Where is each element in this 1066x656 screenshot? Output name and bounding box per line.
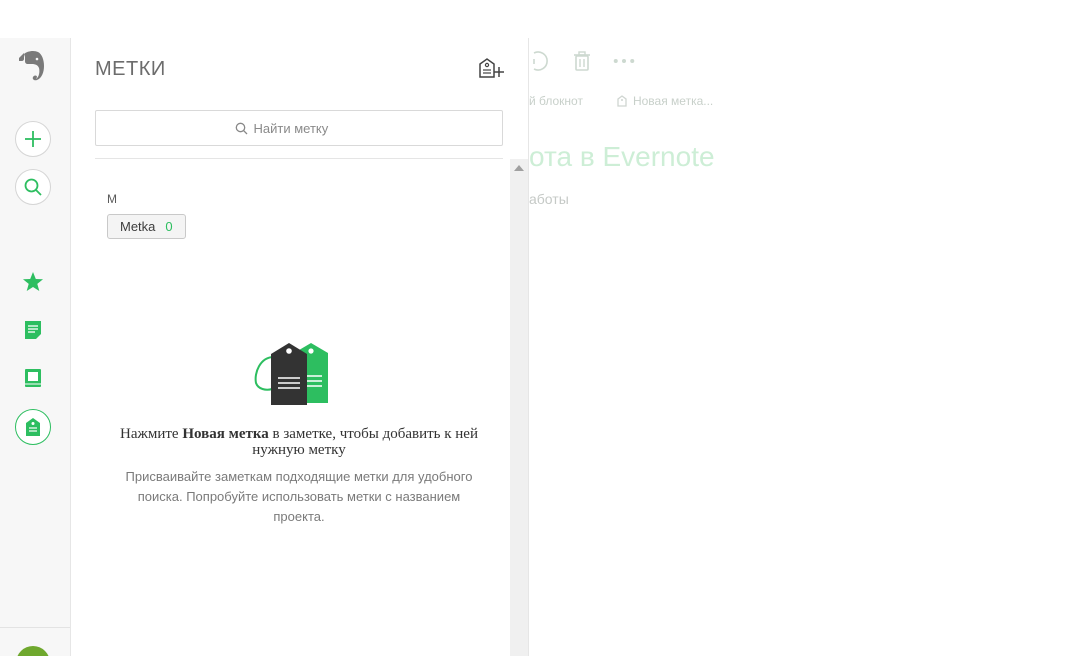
plus-icon: [25, 131, 41, 147]
panel-divider: [95, 158, 503, 159]
app-window: й блокнот Новая метка... ота в Evernote …: [0, 0, 1066, 656]
tags-illustration: [252, 343, 330, 405]
notebook-selector[interactable]: й блокнот: [529, 94, 583, 108]
note-meta-row: й блокнот Новая метка...: [529, 94, 713, 108]
tag-icon: [26, 418, 40, 436]
note-icon: [25, 321, 41, 339]
tag-search-box[interactable]: [95, 110, 503, 146]
empty-title-suffix: в заметке, чтобы добавить к ней нужную м…: [252, 426, 478, 458]
empty-state-description: Присваивайте заметкам подходящие метки д…: [125, 469, 473, 524]
new-note-button[interactable]: [15, 121, 51, 157]
new-tag-label: Новая метка...: [632, 94, 714, 108]
new-tag-button[interactable]: [476, 54, 506, 82]
evernote-logo[interactable]: [18, 50, 46, 82]
empty-title-bold: Новая метка: [182, 426, 269, 442]
shortcuts-button[interactable]: [21, 270, 45, 294]
left-nav-rail: [0, 38, 71, 656]
search-icon: [24, 178, 42, 196]
notebook-icon: [25, 369, 41, 387]
tag-group-letter: М: [107, 192, 117, 206]
note-title[interactable]: ота в Evernote: [529, 141, 715, 173]
note-editor-background: й блокнот Новая метка... ота в Evernote …: [529, 0, 1066, 656]
info-icon[interactable]: [529, 50, 551, 72]
empty-state-title: Нажмите Новая метка в заметке, чтобы доб…: [111, 426, 487, 458]
search-icon: [235, 122, 247, 134]
notes-button[interactable]: [21, 318, 45, 342]
scroll-up-arrow-icon[interactable]: [514, 165, 524, 171]
tags-panel: МЕТКИ М Metka 0: [71, 38, 529, 656]
star-icon: [23, 272, 43, 291]
tag-note-count: 0: [165, 219, 173, 234]
notebooks-button[interactable]: [21, 366, 45, 390]
panel-title: МЕТКИ: [95, 58, 166, 80]
notebook-label: й блокнот: [529, 94, 583, 108]
tag-icon: [617, 95, 627, 107]
tag-name: Metka: [120, 219, 156, 234]
editor-toolbar: [529, 50, 635, 72]
tags-scrollbar[interactable]: [510, 159, 528, 656]
empty-title-prefix: Нажмите: [120, 426, 183, 442]
rail-divider: [0, 627, 70, 628]
note-body[interactable]: аботы: [529, 191, 569, 207]
trash-icon[interactable]: [571, 50, 593, 72]
tag-chip[interactable]: Metka 0: [107, 214, 186, 239]
user-avatar[interactable]: [16, 646, 50, 656]
add-tag-field[interactable]: Новая метка...: [617, 94, 713, 108]
new-tag-icon: [479, 58, 504, 78]
tags-button-active[interactable]: [15, 409, 51, 445]
search-button[interactable]: [15, 169, 51, 205]
tag-search-input[interactable]: [253, 120, 364, 136]
more-options-icon[interactable]: [613, 50, 635, 72]
